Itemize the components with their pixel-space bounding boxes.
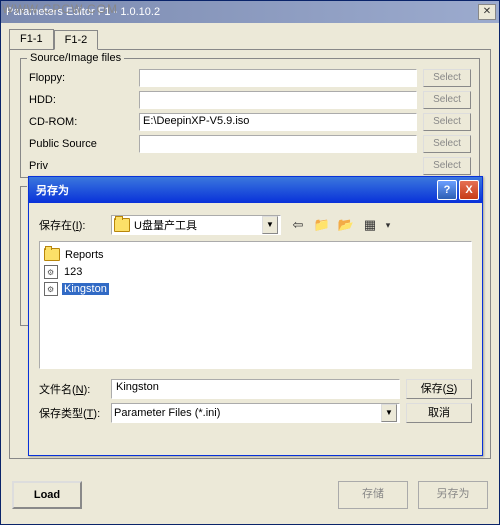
saveas-titlebar: 另存为 ? X bbox=[29, 177, 482, 203]
bottom-button-bar: Load 存储 另存为 bbox=[0, 473, 500, 517]
saveas-close-button[interactable]: X bbox=[459, 180, 479, 200]
filetype-value: Parameter Files (*.ini) bbox=[114, 407, 381, 419]
tab-strip: F1-1 F1-2 bbox=[9, 29, 491, 49]
back-icon[interactable]: ⇦ bbox=[287, 215, 309, 235]
hdd-label: HDD: bbox=[29, 94, 139, 106]
folder-icon bbox=[114, 218, 130, 232]
saveas-body: 保存在(I): U盘量产工具 ▼ ⇦ 📁 📂 ▦ ▾ Reports 123 bbox=[29, 203, 482, 435]
new-folder-icon[interactable]: 📂 bbox=[335, 215, 357, 235]
file-name: Reports bbox=[63, 249, 106, 261]
source-image-group: Source/Image files Floppy: Select HDD: S… bbox=[20, 58, 480, 178]
cancel-button[interactable]: 取消 bbox=[406, 403, 472, 423]
tab-f1-2[interactable]: F1-2 bbox=[54, 30, 99, 50]
saveas-button[interactable]: 另存为 bbox=[418, 481, 488, 509]
savein-value: U盘量产工具 bbox=[134, 217, 262, 233]
file-name: 123 bbox=[62, 266, 84, 278]
filename-label: 文件名(N): bbox=[39, 381, 105, 397]
views-dropdown-icon[interactable]: ▾ bbox=[383, 215, 393, 235]
priv-label: Priv bbox=[29, 160, 139, 172]
public-select-button[interactable]: Select bbox=[423, 135, 471, 153]
ini-file-icon bbox=[44, 265, 58, 279]
floppy-select-button[interactable]: Select bbox=[423, 69, 471, 87]
watermark-text: WWW.CPCW.COM bbox=[2, 2, 118, 16]
filetype-label: 保存类型(T): bbox=[39, 405, 105, 421]
up-one-level-icon[interactable]: 📁 bbox=[311, 215, 333, 235]
load-button[interactable]: Load bbox=[12, 481, 82, 509]
list-item[interactable]: Kingston bbox=[44, 280, 467, 297]
cdrom-select-button[interactable]: Select bbox=[423, 113, 471, 131]
views-icon[interactable]: ▦ bbox=[359, 215, 381, 235]
tab-f1-1[interactable]: F1-1 bbox=[9, 29, 54, 49]
priv-select-button[interactable]: Select bbox=[423, 157, 471, 175]
file-name: Kingston bbox=[62, 283, 109, 295]
savein-combo[interactable]: U盘量产工具 ▼ bbox=[111, 215, 281, 235]
floppy-input[interactable] bbox=[139, 69, 417, 87]
saveas-dialog: 另存为 ? X 保存在(I): U盘量产工具 ▼ ⇦ 📁 📂 ▦ ▾ Repor… bbox=[28, 176, 483, 456]
source-image-legend: Source/Image files bbox=[27, 52, 124, 64]
cdrom-input[interactable]: E:\DeepinXP-V5.9.iso bbox=[139, 113, 417, 131]
cdrom-label: CD-ROM: bbox=[29, 116, 139, 128]
saveas-title: 另存为 bbox=[32, 182, 435, 198]
savein-label: 保存在(I): bbox=[39, 217, 105, 233]
floppy-label: Floppy: bbox=[29, 72, 139, 84]
public-source-input[interactable] bbox=[139, 135, 417, 153]
folder-icon bbox=[44, 248, 60, 261]
filename-input[interactable]: Kingston bbox=[111, 379, 400, 399]
list-item[interactable]: Reports bbox=[44, 246, 467, 263]
ini-file-icon bbox=[44, 282, 58, 296]
hdd-select-button[interactable]: Select bbox=[423, 91, 471, 109]
hdd-input[interactable] bbox=[139, 91, 417, 109]
saveas-toolbar: ⇦ 📁 📂 ▦ ▾ bbox=[287, 215, 393, 235]
list-item[interactable]: 123 bbox=[44, 263, 467, 280]
close-button[interactable]: ✕ bbox=[478, 4, 496, 20]
store-button[interactable]: 存储 bbox=[338, 481, 408, 509]
chevron-down-icon[interactable]: ▼ bbox=[381, 404, 397, 422]
save-button[interactable]: 保存(S) bbox=[406, 379, 472, 399]
chevron-down-icon[interactable]: ▼ bbox=[262, 216, 278, 234]
help-button[interactable]: ? bbox=[437, 180, 457, 200]
filetype-combo[interactable]: Parameter Files (*.ini) ▼ bbox=[111, 403, 400, 423]
public-source-label: Public Source bbox=[29, 138, 139, 150]
file-list[interactable]: Reports 123 Kingston bbox=[39, 241, 472, 369]
